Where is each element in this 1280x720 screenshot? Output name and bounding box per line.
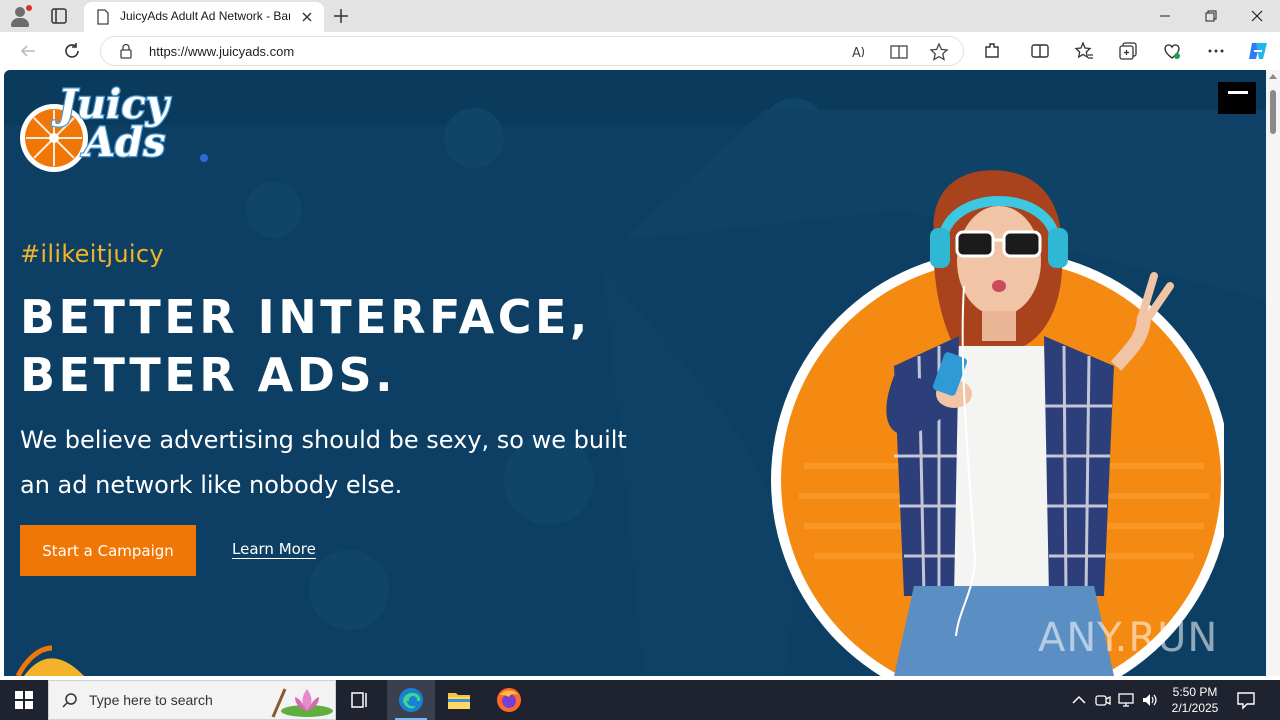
- tab-title: JuicyAds Adult Ad Network - Banner: [120, 9, 290, 23]
- favorite-star-icon[interactable]: [929, 42, 949, 62]
- taskbar-firefox[interactable]: [485, 680, 533, 720]
- extensions-icon[interactable]: [982, 41, 1002, 61]
- start-button[interactable]: [0, 680, 48, 720]
- minimize-icon: [1160, 15, 1170, 17]
- menu-icon: [1228, 91, 1248, 94]
- hero-headline: BETTER INTERFACE, BETTER ADS.: [20, 288, 591, 404]
- tab-actions-icon[interactable]: [50, 7, 68, 25]
- start-campaign-button[interactable]: Start a Campaign: [20, 525, 196, 576]
- immersive-reader-icon[interactable]: [889, 42, 909, 62]
- active-tab[interactable]: JuicyAds Adult Ad Network - Banner: [84, 2, 324, 32]
- close-window-button[interactable]: [1234, 0, 1280, 32]
- close-tab-icon[interactable]: [300, 10, 314, 24]
- tray-overflow-chevron-icon[interactable]: [1070, 691, 1088, 709]
- svg-text:Ads: Ads: [80, 119, 166, 166]
- refresh-icon: [65, 43, 79, 58]
- anyrun-watermark: ANY.RUN: [1038, 615, 1219, 661]
- new-tab-icon[interactable]: [331, 6, 351, 26]
- search-placeholder: Type here to search: [89, 692, 213, 708]
- clock-date: 2/1/2025: [1171, 701, 1219, 715]
- taskbar-edge[interactable]: [387, 680, 435, 720]
- url-text[interactable]: https://www.juicyads.com: [149, 44, 294, 59]
- browser-toolbar: https://www.juicyads.com A: [0, 32, 1280, 70]
- hashtag-text: #ilikeitjuicy: [20, 240, 164, 268]
- taskbar-file-explorer[interactable]: [435, 680, 483, 720]
- clock-time: 5:50 PM: [1172, 685, 1218, 699]
- hero-subheading: We believe advertising should be sexy, s…: [20, 426, 627, 499]
- scroll-up-icon[interactable]: [1269, 74, 1277, 79]
- task-view-icon: [351, 692, 367, 708]
- collections-icon[interactable]: [1118, 41, 1138, 61]
- refresh-button[interactable]: [60, 39, 84, 63]
- headline-line-2: BETTER ADS.: [20, 348, 397, 402]
- notification-center-icon[interactable]: [1236, 690, 1256, 710]
- volume-icon[interactable]: [1141, 691, 1159, 709]
- split-screen-icon[interactable]: [1030, 41, 1050, 61]
- meet-now-icon[interactable]: [1094, 691, 1112, 709]
- system-clock[interactable]: 5:50 PM 2/1/2025: [1164, 684, 1226, 716]
- favorites-icon[interactable]: [1074, 41, 1094, 61]
- close-icon: [1251, 10, 1263, 22]
- search-highlight-lotus-icon: [271, 688, 333, 718]
- hero-image: [771, 170, 1224, 676]
- folder-icon: [448, 693, 470, 709]
- restore-button[interactable]: [1188, 0, 1234, 32]
- juicyads-logo[interactable]: Juicy Ads: [16, 78, 212, 178]
- hamburger-menu-button[interactable]: [1218, 82, 1256, 114]
- scrollbar-thumb[interactable]: [1270, 90, 1276, 134]
- search-icon: [62, 693, 77, 708]
- more-options-icon[interactable]: [1206, 41, 1226, 61]
- back-button[interactable]: [16, 39, 40, 63]
- network-icon[interactable]: [1117, 691, 1135, 709]
- profile-avatar-icon[interactable]: [8, 4, 32, 28]
- browser-essentials-icon[interactable]: [1162, 41, 1182, 61]
- page-icon: [97, 9, 109, 25]
- windows-taskbar: Type here to search 5:50 PM 2/1/2025: [0, 680, 1280, 720]
- copilot-icon[interactable]: [1246, 39, 1270, 63]
- learn-more-link[interactable]: Learn More: [232, 540, 316, 558]
- task-view-button[interactable]: [336, 680, 384, 720]
- browser-tab-bar: JuicyAds Adult Ad Network - Banner: [0, 0, 1280, 32]
- back-arrow-icon: [20, 45, 35, 57]
- lock-icon[interactable]: [119, 43, 133, 59]
- headline-line-1: BETTER INTERFACE,: [20, 290, 591, 344]
- edge-icon: [399, 688, 423, 712]
- svg-text:A: A: [852, 46, 861, 61]
- restore-icon: [1205, 10, 1217, 22]
- page-scrollbar[interactable]: [1266, 70, 1280, 676]
- windows-logo-icon: [15, 691, 33, 709]
- taskbar-search-box[interactable]: Type here to search: [48, 680, 336, 720]
- address-bar[interactable]: https://www.juicyads.com A: [100, 36, 964, 66]
- web-page: Juicy Ads #ilikeitjuicy BETTER INTERFACE…: [4, 70, 1266, 676]
- firefox-icon: [497, 688, 521, 712]
- minimize-button[interactable]: [1142, 0, 1188, 32]
- read-aloud-icon[interactable]: A: [849, 42, 869, 62]
